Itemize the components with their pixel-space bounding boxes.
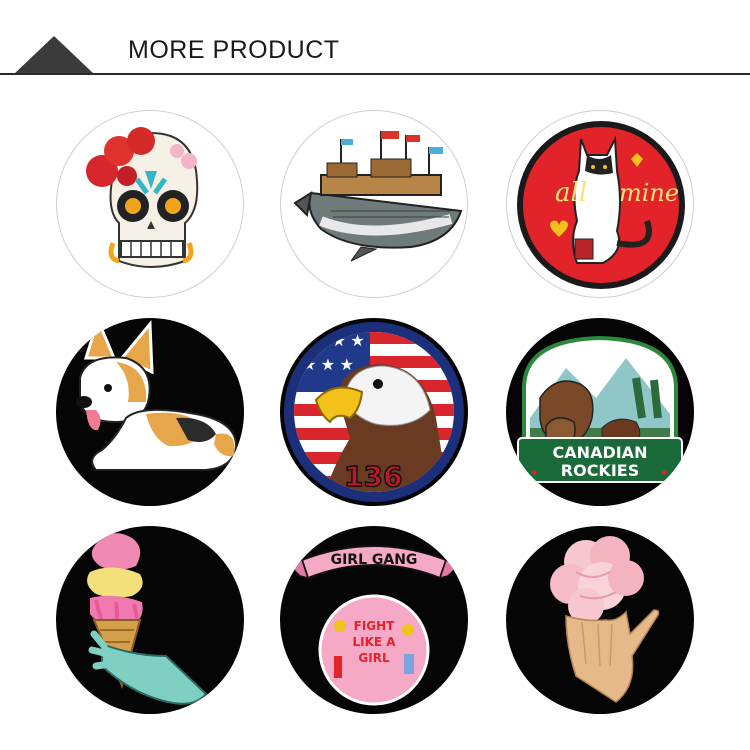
eagle-number: 136	[344, 460, 402, 493]
sugar-skull-icon	[86, 127, 199, 268]
product-eagle-flag[interactable]: ★ ★ ★ ★ ★ ★ ★ 136	[280, 318, 468, 506]
svg-text:✦: ✦	[660, 468, 668, 479]
product-flower-hand[interactable]	[506, 526, 694, 714]
product-ice-cream-hand[interactable]	[56, 526, 244, 714]
product-whale-ship[interactable]	[280, 110, 468, 298]
like-a-text: LIKE A	[352, 635, 396, 649]
girl-gang-banner: GIRL GANG	[331, 552, 418, 568]
triangle-icon	[14, 36, 94, 74]
cat-icon: all mine	[517, 121, 685, 289]
flower-hand-icon	[550, 536, 660, 703]
fight-text: FIGHT	[354, 619, 396, 633]
all-text: all	[555, 178, 587, 208]
eagle-icon: ★ ★ ★ ★ ★ ★ ★ 136	[284, 322, 464, 502]
product-girl-gang[interactable]: GIRL GANG FIGHT LIKE A GIRL	[280, 526, 468, 714]
product-all-mine-cat[interactable]: all mine	[506, 110, 694, 298]
divider	[0, 73, 750, 75]
girl-text: GIRL	[358, 651, 390, 665]
svg-text:✦: ✦	[530, 468, 538, 479]
bears-icon: CANADIAN ROCKIES ✦ ✦	[517, 335, 683, 483]
canadian-text: CANADIAN	[553, 443, 648, 462]
mine-text: mine	[619, 179, 679, 207]
ice-cream-icon	[87, 533, 208, 705]
girl-gang-icon: GIRL GANG FIGHT LIKE A GIRL	[288, 545, 460, 706]
corgi-icon	[76, 318, 238, 471]
whale-ship-icon	[293, 131, 463, 262]
rockies-text: ROCKIES	[561, 461, 639, 480]
section-header: MORE PRODUCT	[0, 0, 750, 80]
product-corgi[interactable]	[56, 318, 244, 506]
section-title: MORE PRODUCT	[128, 36, 340, 64]
product-sugar-skull[interactable]	[56, 110, 244, 298]
product-canadian-rockies[interactable]: CANADIAN ROCKIES ✦ ✦	[506, 318, 694, 506]
